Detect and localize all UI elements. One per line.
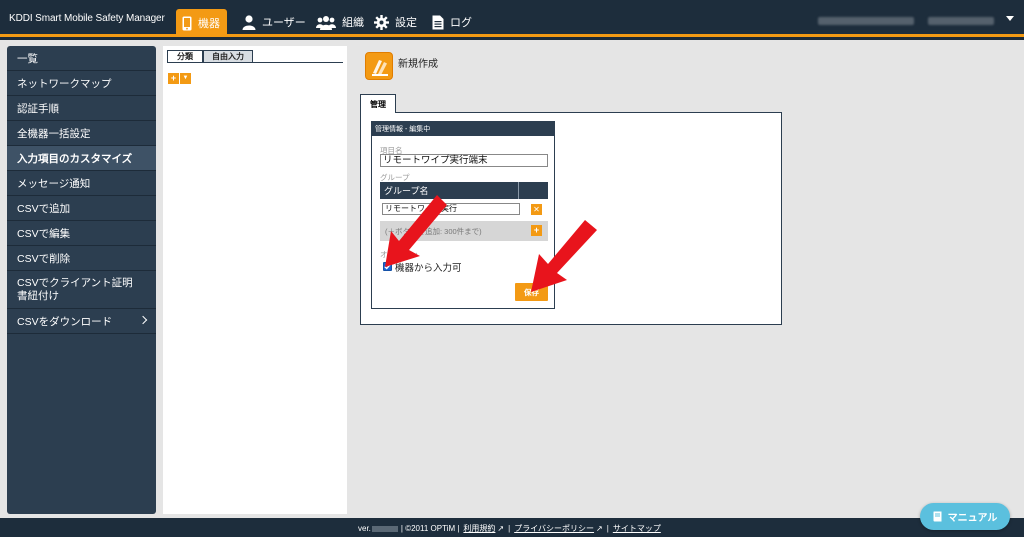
- footer: ver. | ©2011 OPTiM | 利用規約 ↗ | プライバシーポリシー…: [0, 518, 1024, 537]
- nav-log-label: ログ: [450, 17, 472, 29]
- group-table-header: グループ名: [380, 182, 548, 199]
- group-add-hint: (＋ボタンで追加: 300件まで): [385, 227, 482, 236]
- sidebar-item-auth-procedure[interactable]: 認証手順: [7, 96, 156, 121]
- footer-separator: |: [606, 524, 609, 533]
- sidebar-item-list[interactable]: 一覧: [7, 46, 156, 71]
- manual-button-label: マニュアル: [947, 513, 998, 524]
- page-title: 新規作成: [398, 59, 438, 70]
- copyright: | ©2011 OPTiM |: [400, 524, 460, 533]
- item-name-input[interactable]: リモートワイプ実行端末: [380, 154, 548, 167]
- terms-link[interactable]: 利用規約: [463, 523, 495, 534]
- privacy-link[interactable]: プライバシーポリシー: [514, 523, 594, 534]
- account-info-redacted: [818, 17, 914, 25]
- category-dropdown-button[interactable]: ▼: [180, 73, 191, 84]
- sidebar-item-csv-client-cert[interactable]: CSVでクライアント証明書紐付け: [7, 271, 156, 309]
- delete-group-button[interactable]: ✕: [531, 204, 542, 215]
- book-icon: [933, 511, 942, 522]
- sidebar-item-network-map[interactable]: ネットワークマップ: [7, 71, 156, 96]
- top-navigation-bar: KDDI Smart Mobile Safety Manager 機器 ユーザー…: [0, 0, 1024, 37]
- save-button[interactable]: 保存: [515, 283, 548, 301]
- nav-device[interactable]: 機器: [176, 9, 227, 37]
- sidebar-item-bulk-settings[interactable]: 全機器一括設定: [7, 121, 156, 146]
- group-header-divider: [518, 182, 519, 199]
- checkmark-icon: [384, 263, 391, 270]
- sidebar-item-message-notify[interactable]: メッセージ通知: [7, 171, 156, 196]
- external-link-icon: ↗: [497, 524, 505, 533]
- edit-box-header: 管理情報 - 編集中: [372, 122, 554, 136]
- tab-management[interactable]: 管理: [360, 94, 396, 113]
- main-area: 一覧 ネットワークマップ 認証手順 全機器一括設定 入力項目のカスタマイズ メッ…: [0, 40, 1024, 518]
- sidebar-item-csv-download[interactable]: CSVをダウンロード: [7, 309, 156, 334]
- tab-divider: [167, 62, 343, 63]
- smartphone-icon: [182, 16, 192, 30]
- group-icon: [316, 15, 336, 30]
- sidebar-item-csv-add[interactable]: CSVで追加: [7, 196, 156, 221]
- sidebar-item-csv-edit[interactable]: CSVで編集: [7, 221, 156, 246]
- manual-button[interactable]: マニュアル: [920, 503, 1010, 530]
- external-link-icon: ↗: [596, 524, 603, 533]
- category-tree-panel: 分類 自由入力 + ▼: [163, 46, 347, 514]
- group-row: リモートワイプ実行 ✕: [380, 201, 548, 219]
- sitemap-link[interactable]: サイトマップ: [613, 523, 661, 534]
- group-name-input[interactable]: リモートワイプ実行: [382, 203, 520, 215]
- add-category-button[interactable]: +: [168, 73, 179, 84]
- version-label: ver.: [358, 524, 371, 533]
- add-group-button[interactable]: +: [531, 225, 542, 236]
- document-icon: [432, 15, 444, 29]
- nav-settings-label: 設定: [395, 17, 417, 29]
- new-create-icon: [365, 52, 393, 80]
- option-label: オプション: [380, 250, 418, 259]
- nav-org[interactable]: 組織: [316, 9, 364, 35]
- chevron-right-icon: [138, 315, 148, 325]
- user-name-redacted[interactable]: [928, 17, 994, 25]
- sidebar: 一覧 ネットワークマップ 認証手順 全機器一括設定 入力項目のカスタマイズ メッ…: [7, 46, 156, 514]
- nav-user-label: ユーザー: [262, 17, 306, 29]
- edit-box: 管理情報 - 編集中 項目名 リモートワイプ実行端末 グループ グループ名 リモ…: [371, 121, 555, 309]
- brand-name: KDDI Smart Mobile Safety Manager: [9, 13, 165, 24]
- version-number-redacted: [371, 525, 398, 532]
- nav-org-label: 組織: [342, 17, 364, 29]
- management-panel: 管理情報 - 編集中 項目名 リモートワイプ実行端末 グループ グループ名 リモ…: [360, 112, 782, 325]
- footer-separator: |: [508, 524, 511, 533]
- nav-user[interactable]: ユーザー: [242, 9, 306, 35]
- nav-settings[interactable]: 設定: [374, 9, 417, 35]
- group-add-row: (＋ボタンで追加: 300件まで) +: [380, 221, 548, 241]
- device-input-checkbox[interactable]: [383, 262, 392, 271]
- sidebar-item-csv-delete[interactable]: CSVで削除: [7, 246, 156, 271]
- user-icon: [242, 14, 256, 30]
- account-menu-caret-icon[interactable]: [1006, 16, 1014, 21]
- device-input-checkbox-label: 機器から入力可: [395, 263, 462, 274]
- gear-icon: [374, 14, 389, 30]
- nav-device-label: 機器: [198, 18, 220, 30]
- nav-log[interactable]: ログ: [432, 9, 472, 35]
- sidebar-item-customize-fields[interactable]: 入力項目のカスタマイズ: [7, 146, 156, 171]
